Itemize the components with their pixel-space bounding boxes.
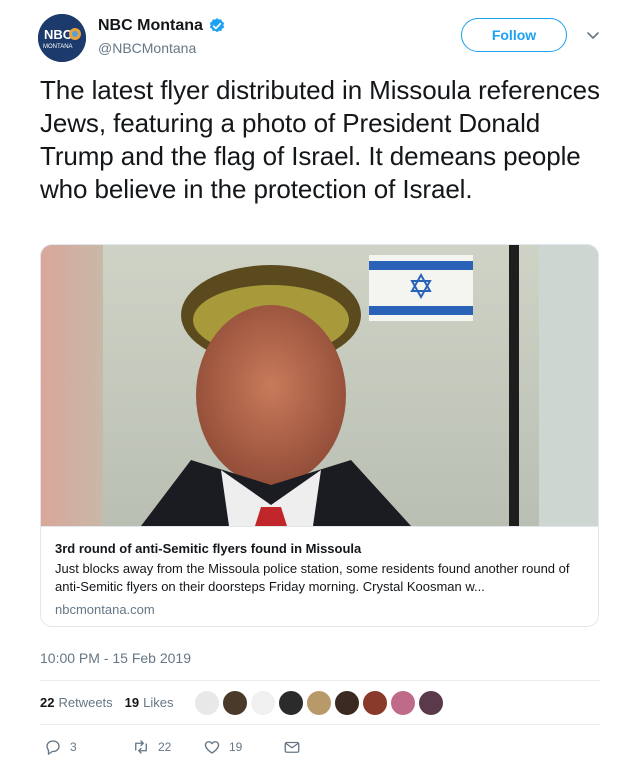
- retweets-label: Retweets: [58, 695, 113, 710]
- tweet-timestamp[interactable]: 10:00 PM - 15 Feb 2019: [40, 650, 191, 666]
- svg-text:NBC: NBC: [44, 27, 73, 42]
- verified-badge-icon: [209, 18, 225, 33]
- retweet-icon: [135, 740, 147, 754]
- liker-avatar[interactable]: [389, 689, 416, 716]
- message-action[interactable]: [283, 735, 301, 759]
- like-count: 19: [229, 740, 243, 754]
- tweet-stats: 22 Retweets 19 Likes: [40, 681, 600, 724]
- likes-count: 19: [124, 695, 140, 710]
- retweet-action[interactable]: 22: [132, 735, 171, 759]
- link-card[interactable]: 3rd round of anti-Semitic flyers found i…: [40, 244, 599, 627]
- card-image[interactable]: [41, 245, 599, 526]
- retweet-count: 22: [158, 740, 172, 754]
- account-names: NBC Montana @NBCMontana: [98, 16, 226, 56]
- liker-avatar[interactable]: [249, 689, 276, 716]
- tweet-text: The latest flyer distributed in Missoula…: [40, 75, 600, 204]
- liker-avatar[interactable]: [333, 689, 360, 716]
- card-domain: nbcmontana.com: [55, 602, 155, 617]
- liker-avatar[interactable]: [305, 689, 332, 716]
- follow-button[interactable]: Follow: [461, 18, 567, 52]
- divider: [40, 724, 600, 725]
- reply-icon: [46, 740, 60, 755]
- card-description: Just blocks away from the Missoula polic…: [55, 561, 570, 594]
- nbc-montana-logo: NBC MONTANA: [38, 14, 86, 62]
- chevron-down-icon[interactable]: [586, 28, 600, 42]
- display-name[interactable]: NBC Montana: [98, 17, 203, 35]
- heart-icon: [204, 741, 220, 754]
- likes-stat[interactable]: 19 Likes: [125, 695, 174, 710]
- reply-action[interactable]: 3: [44, 735, 77, 759]
- liker-avatar[interactable]: [277, 689, 304, 716]
- account-handle[interactable]: @NBCMontana: [98, 40, 226, 56]
- retweets-stat[interactable]: 22 Retweets: [40, 695, 113, 710]
- account-avatar[interactable]: NBC MONTANA: [38, 14, 86, 62]
- display-name-row[interactable]: NBC Montana: [98, 16, 226, 36]
- like-action[interactable]: 19: [203, 735, 242, 759]
- svg-text:MONTANA: MONTANA: [43, 44, 73, 50]
- card-title[interactable]: 3rd round of anti-Semitic flyers found i…: [55, 540, 586, 557]
- likes-label: Likes: [143, 695, 174, 710]
- envelope-icon: [284, 741, 300, 753]
- liker-avatar[interactable]: [221, 689, 248, 716]
- tweet-header: NBC MONTANA NBC Montana @NBCMontana Foll…: [38, 14, 608, 62]
- liker-avatars: [193, 689, 446, 716]
- reply-count: 3: [70, 740, 77, 754]
- liker-avatar[interactable]: [361, 689, 388, 716]
- liker-avatar[interactable]: [417, 689, 444, 716]
- retweets-count: 22: [40, 695, 55, 710]
- tweet-actions: 3 22 19: [40, 735, 600, 759]
- liker-avatar[interactable]: [193, 689, 220, 716]
- card-body[interactable]: 3rd round of anti-Semitic flyers found i…: [41, 526, 598, 626]
